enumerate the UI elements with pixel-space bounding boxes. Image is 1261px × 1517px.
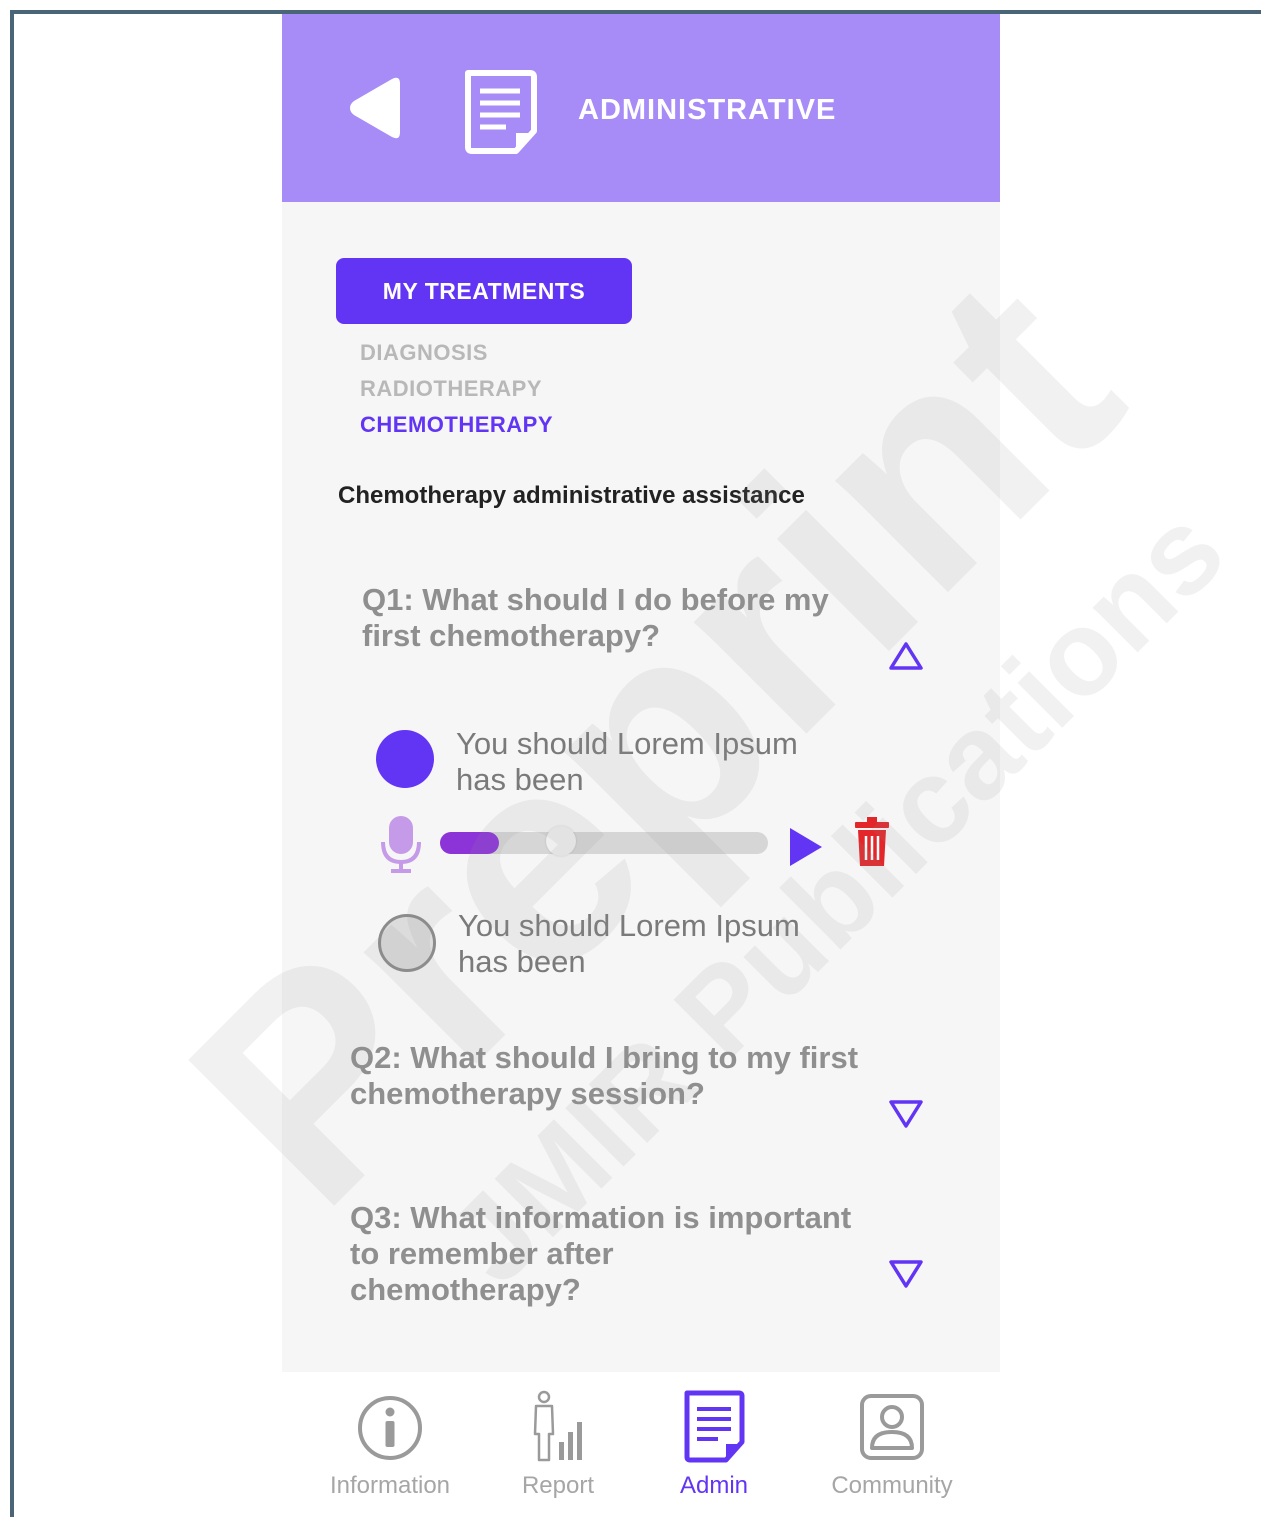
answer-option-1[interactable]: You should Lorem Ipsum has been — [456, 726, 798, 798]
app-header: ADMINISTRATIVE — [282, 14, 1000, 202]
answer-radio-selected[interactable] — [376, 730, 434, 788]
back-arrow-icon[interactable] — [346, 76, 402, 140]
chevron-up-icon[interactable] — [888, 640, 924, 672]
frame-left-border — [10, 10, 14, 1517]
answer-2-line-2: has been — [458, 944, 586, 979]
tab-community[interactable]: Community — [802, 1372, 982, 1517]
question-2[interactable]: Q2: What should I bring to my first chem… — [350, 1040, 858, 1112]
bottom-tab-bar: Information Report Admin Community — [282, 1372, 1000, 1517]
question-3[interactable]: Q3: What information is important to rem… — [350, 1200, 851, 1308]
answer-2-line-1: You should Lorem Ipsum — [458, 908, 800, 943]
tab-label: Community — [831, 1472, 953, 1499]
phone-screen: ADMINISTRATIVE MY TREATMENTS DIAGNOSIS R… — [282, 14, 1000, 1517]
audio-progress-fill — [440, 832, 500, 854]
audio-progress-thumb[interactable] — [546, 826, 577, 856]
play-icon[interactable] — [788, 826, 824, 868]
question-1[interactable]: Q1: What should I do before my first che… — [362, 582, 829, 654]
user-icon — [860, 1394, 924, 1460]
question-3-line-3: chemotherapy? — [350, 1272, 581, 1307]
tab-label: Report — [521, 1472, 595, 1499]
treatment-link-diagnosis[interactable]: DIAGNOSIS — [360, 340, 488, 366]
tab-label: Admin — [679, 1472, 749, 1499]
treatment-link-radiotherapy[interactable]: RADIOTHERAPY — [360, 376, 542, 402]
trash-icon[interactable] — [854, 816, 890, 868]
my-treatments-button[interactable]: MY TREATMENTS — [336, 258, 632, 324]
treatment-link-chemotherapy[interactable]: CHEMOTHERAPY — [360, 412, 553, 438]
question-2-line-1: Q2: What should I bring to my first — [350, 1040, 859, 1075]
microphone-icon[interactable] — [380, 814, 422, 874]
info-icon — [358, 1396, 422, 1460]
report-icon — [533, 1390, 582, 1462]
document-icon — [465, 70, 537, 154]
chevron-down-icon[interactable] — [888, 1258, 924, 1290]
page-title: ADMINISTRATIVE — [578, 94, 837, 126]
answer-1-line-1: You should Lorem Ipsum — [456, 726, 798, 761]
question-1-line-2: first chemotherapy? — [362, 618, 661, 653]
question-3-line-1: Q3: What information is important — [350, 1200, 852, 1235]
question-1-line-1: Q1: What should I do before my — [362, 582, 829, 617]
section-title: Chemotherapy administrative assistance — [338, 482, 805, 509]
tab-admin[interactable]: Admin — [624, 1372, 804, 1517]
answer-radio-unselected[interactable] — [378, 914, 436, 972]
audio-progress-track[interactable] — [440, 826, 768, 856]
question-3-line-2: to remember after — [350, 1236, 614, 1271]
chevron-down-icon[interactable] — [888, 1098, 924, 1130]
tab-report[interactable]: Report — [468, 1372, 648, 1517]
document-icon — [684, 1390, 745, 1463]
question-2-line-2: chemotherapy session? — [350, 1076, 705, 1111]
answer-option-2[interactable]: You should Lorem Ipsum has been — [458, 908, 800, 980]
tab-label: Information — [329, 1472, 451, 1499]
answer-1-line-2: has been — [456, 762, 584, 797]
tab-information[interactable]: Information — [300, 1372, 480, 1517]
